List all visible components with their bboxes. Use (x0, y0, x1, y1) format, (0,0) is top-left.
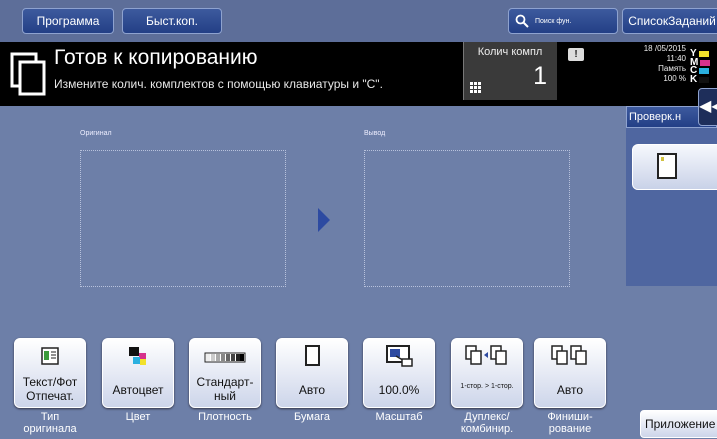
auto-color-icon (129, 347, 146, 365)
duplex-label: Дуплекс/ комбинир. (460, 411, 514, 435)
fast-copy-button[interactable]: Быст.коп. (122, 8, 222, 34)
finishing-icon (551, 345, 587, 365)
finishing-label: Финиши-рование (547, 411, 593, 435)
output-label: Вывод (364, 130, 386, 137)
density-icon (204, 352, 246, 363)
right-panel (626, 106, 717, 286)
collapse-panel-icon[interactable]: ◀◀ (698, 88, 717, 126)
keypad-icon[interactable] (470, 82, 481, 93)
density-label: Плотность (198, 411, 252, 423)
sets-count-field[interactable]: Колич компл 1 (463, 42, 557, 100)
duplex-icon (465, 345, 507, 365)
color-label: Цвет (125, 411, 151, 423)
job-list-button[interactable]: СписокЗаданий (622, 8, 717, 34)
original-type-label: Тип оригинала (23, 411, 77, 435)
sets-count-label: Колич компл (477, 46, 543, 58)
duplex-value: 1-стор. > 1-стор. (460, 383, 514, 390)
color-button[interactable]: Автоцвет (102, 338, 174, 408)
device-status: 18 /05/2015 11:40 Память 100 % (620, 44, 686, 84)
flow-arrow-icon (318, 208, 330, 232)
paper-label: Бумага (294, 411, 330, 423)
original-frame (80, 150, 286, 287)
density-value: Стандарт-ный (196, 375, 254, 403)
page-title: Готов к копированию (54, 46, 258, 69)
memory-value: 100 % (663, 74, 686, 83)
paper-icon (305, 345, 320, 366)
paper-button[interactable]: Авто (276, 338, 348, 408)
status-date: 18 /05/2015 (643, 44, 686, 53)
status-header: Готов к копированию Измените колич. комп… (0, 42, 717, 106)
sets-count-value: 1 (533, 62, 547, 90)
finishing-button[interactable]: Авто (534, 338, 606, 408)
zoom-value: 100.0% (378, 383, 420, 397)
program-button[interactable]: Программа (22, 8, 114, 34)
zoom-icon (386, 345, 413, 367)
color-value: Автоцвет (112, 383, 164, 397)
text-photo-icon (41, 347, 59, 365)
toner-k: K (690, 74, 717, 85)
finishing-value: Авто (556, 383, 584, 397)
original-type-button[interactable]: Текст/Фот Отпечат. (14, 338, 86, 408)
original-label: Оригинал (80, 130, 112, 137)
duplex-button[interactable]: 1-стор. > 1-стор. (451, 338, 523, 408)
memory-label: Память (658, 64, 686, 73)
zoom-button[interactable]: 100.0% (363, 338, 435, 408)
paper-tray-button[interactable] (632, 144, 717, 190)
toner-levels: Y M C K (690, 49, 717, 85)
warning-icon[interactable]: ! (568, 48, 584, 61)
search-label: Поиск фун. (535, 17, 572, 25)
instruction-text: Измените колич. комплектов с помощью кла… (54, 77, 383, 91)
function-search-button[interactable]: Поиск фун. (508, 8, 618, 34)
search-icon (515, 14, 529, 28)
density-button[interactable]: Стандарт-ный (189, 338, 261, 408)
copy-mode-icon (10, 52, 46, 96)
paper-sheet-icon (657, 153, 677, 179)
status-time: 11:40 (666, 54, 686, 63)
applications-button[interactable]: Приложение (640, 410, 717, 438)
original-type-value: Текст/Фот Отпечат. (22, 375, 78, 403)
output-frame (364, 150, 570, 287)
zoom-label: Масштаб (375, 411, 423, 423)
paper-value: Авто (298, 383, 326, 397)
